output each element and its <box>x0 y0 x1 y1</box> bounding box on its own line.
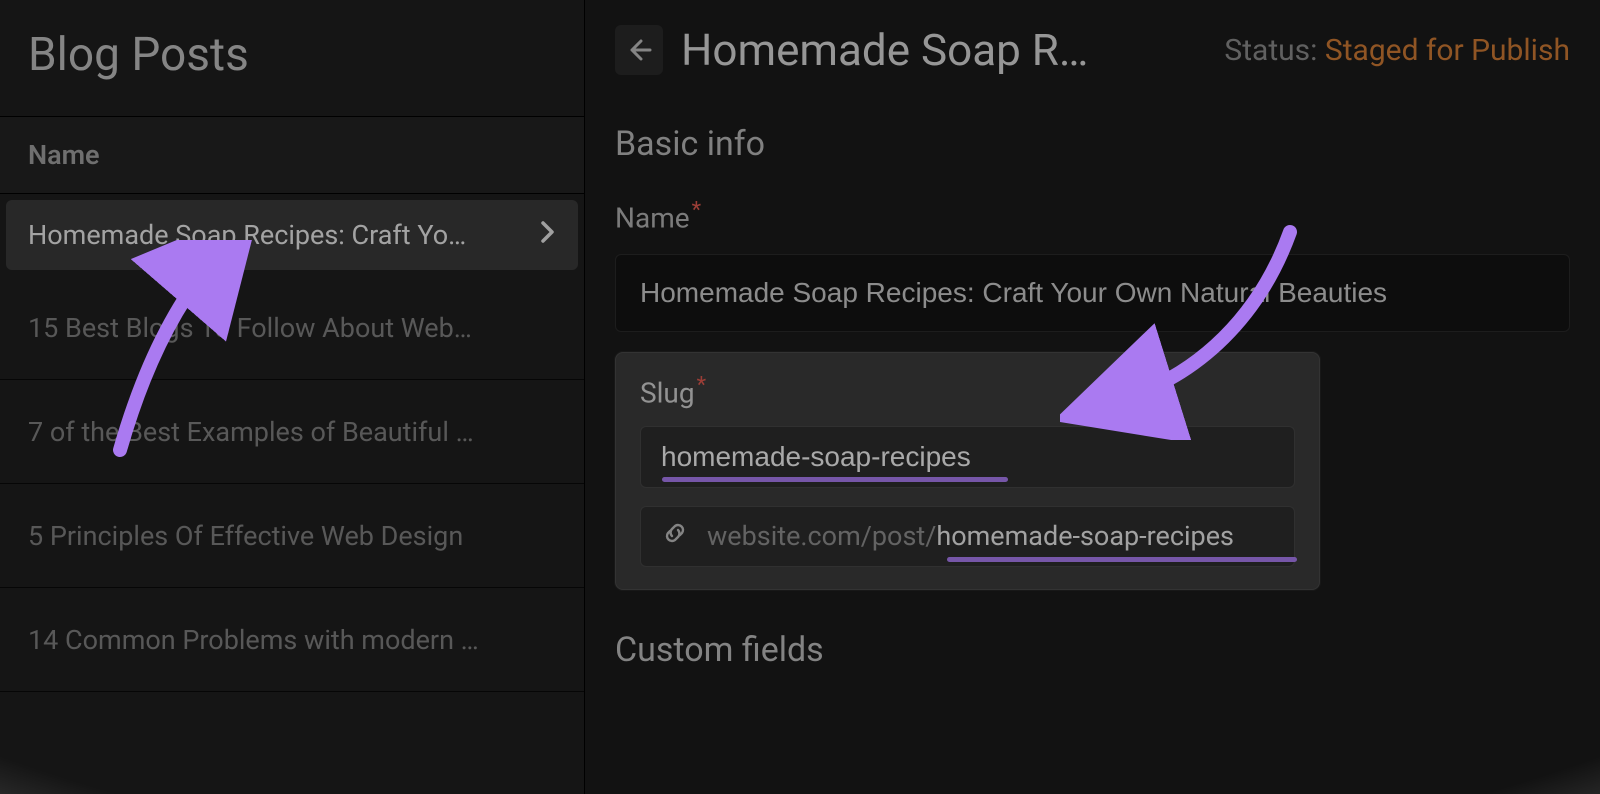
required-asterisk: * <box>692 198 701 223</box>
back-button[interactable] <box>615 25 663 75</box>
post-item-label: Homemade Soap Recipes: Craft Yo… <box>28 219 466 251</box>
url-slug: homemade-soap-recipes <box>936 520 1234 552</box>
slug-label-text: Slug <box>640 377 695 410</box>
topbar: Homemade Soap R… Status: Staged for Publ… <box>585 0 1600 94</box>
post-item[interactable]: 5 Principles Of Effective Web Design <box>0 484 584 588</box>
slug-input-wrap <box>640 426 1295 488</box>
section-title-basic-info: Basic info <box>615 124 1570 164</box>
link-icon <box>661 519 689 554</box>
post-item[interactable]: 7 of the Best Examples of Beautiful … <box>0 380 584 484</box>
status-label: Status: <box>1224 33 1317 68</box>
status-value[interactable]: Staged for Publish <box>1325 33 1570 68</box>
status-label-wrap: Status: Staged for Publish <box>1224 33 1570 68</box>
post-item[interactable]: 15 Best Blogs To Follow About Web… <box>0 276 584 380</box>
required-asterisk: * <box>697 373 706 398</box>
post-item-label: 15 Best Blogs To Follow About Web… <box>28 312 472 344</box>
name-field-label: Name* <box>615 198 1570 234</box>
sidebar-title: Blog Posts <box>0 0 584 117</box>
slug-url-preview[interactable]: website.com/post/homemade-soap-recipes <box>640 506 1295 567</box>
section-title-custom-fields: Custom fields <box>585 590 1600 670</box>
chevron-right-icon <box>540 219 556 251</box>
name-input[interactable] <box>615 254 1570 332</box>
section-basic-info: Basic info Name* Slug* <box>585 94 1600 590</box>
column-header-name[interactable]: Name <box>0 117 584 194</box>
post-item-selected[interactable]: Homemade Soap Recipes: Craft Yo… <box>6 200 578 270</box>
post-item-label: 5 Principles Of Effective Web Design <box>28 520 463 552</box>
app-root: Blog Posts Name Homemade Soap Recipes: C… <box>0 0 1600 794</box>
slug-field-label: Slug* <box>640 373 1295 409</box>
post-item-label: 7 of the Best Examples of Beautiful … <box>28 416 474 448</box>
post-list: Homemade Soap Recipes: Craft Yo… 15 Best… <box>0 194 584 692</box>
page-title: Homemade Soap R… <box>681 24 1171 76</box>
main-panel: Homemade Soap R… Status: Staged for Publ… <box>585 0 1600 794</box>
name-label-text: Name <box>615 201 690 234</box>
post-item-label: 14 Common Problems with modern … <box>28 624 479 656</box>
sidebar: Blog Posts Name Homemade Soap Recipes: C… <box>0 0 585 794</box>
annotation-underline <box>662 477 1008 482</box>
annotation-underline <box>947 557 1297 562</box>
post-item[interactable]: 14 Common Problems with modern … <box>0 588 584 692</box>
slug-block: Slug* website.com/post/homemade-soap-rec… <box>615 352 1320 589</box>
arrow-left-icon <box>626 37 652 63</box>
url-prefix: website.com/post/ <box>707 520 936 552</box>
